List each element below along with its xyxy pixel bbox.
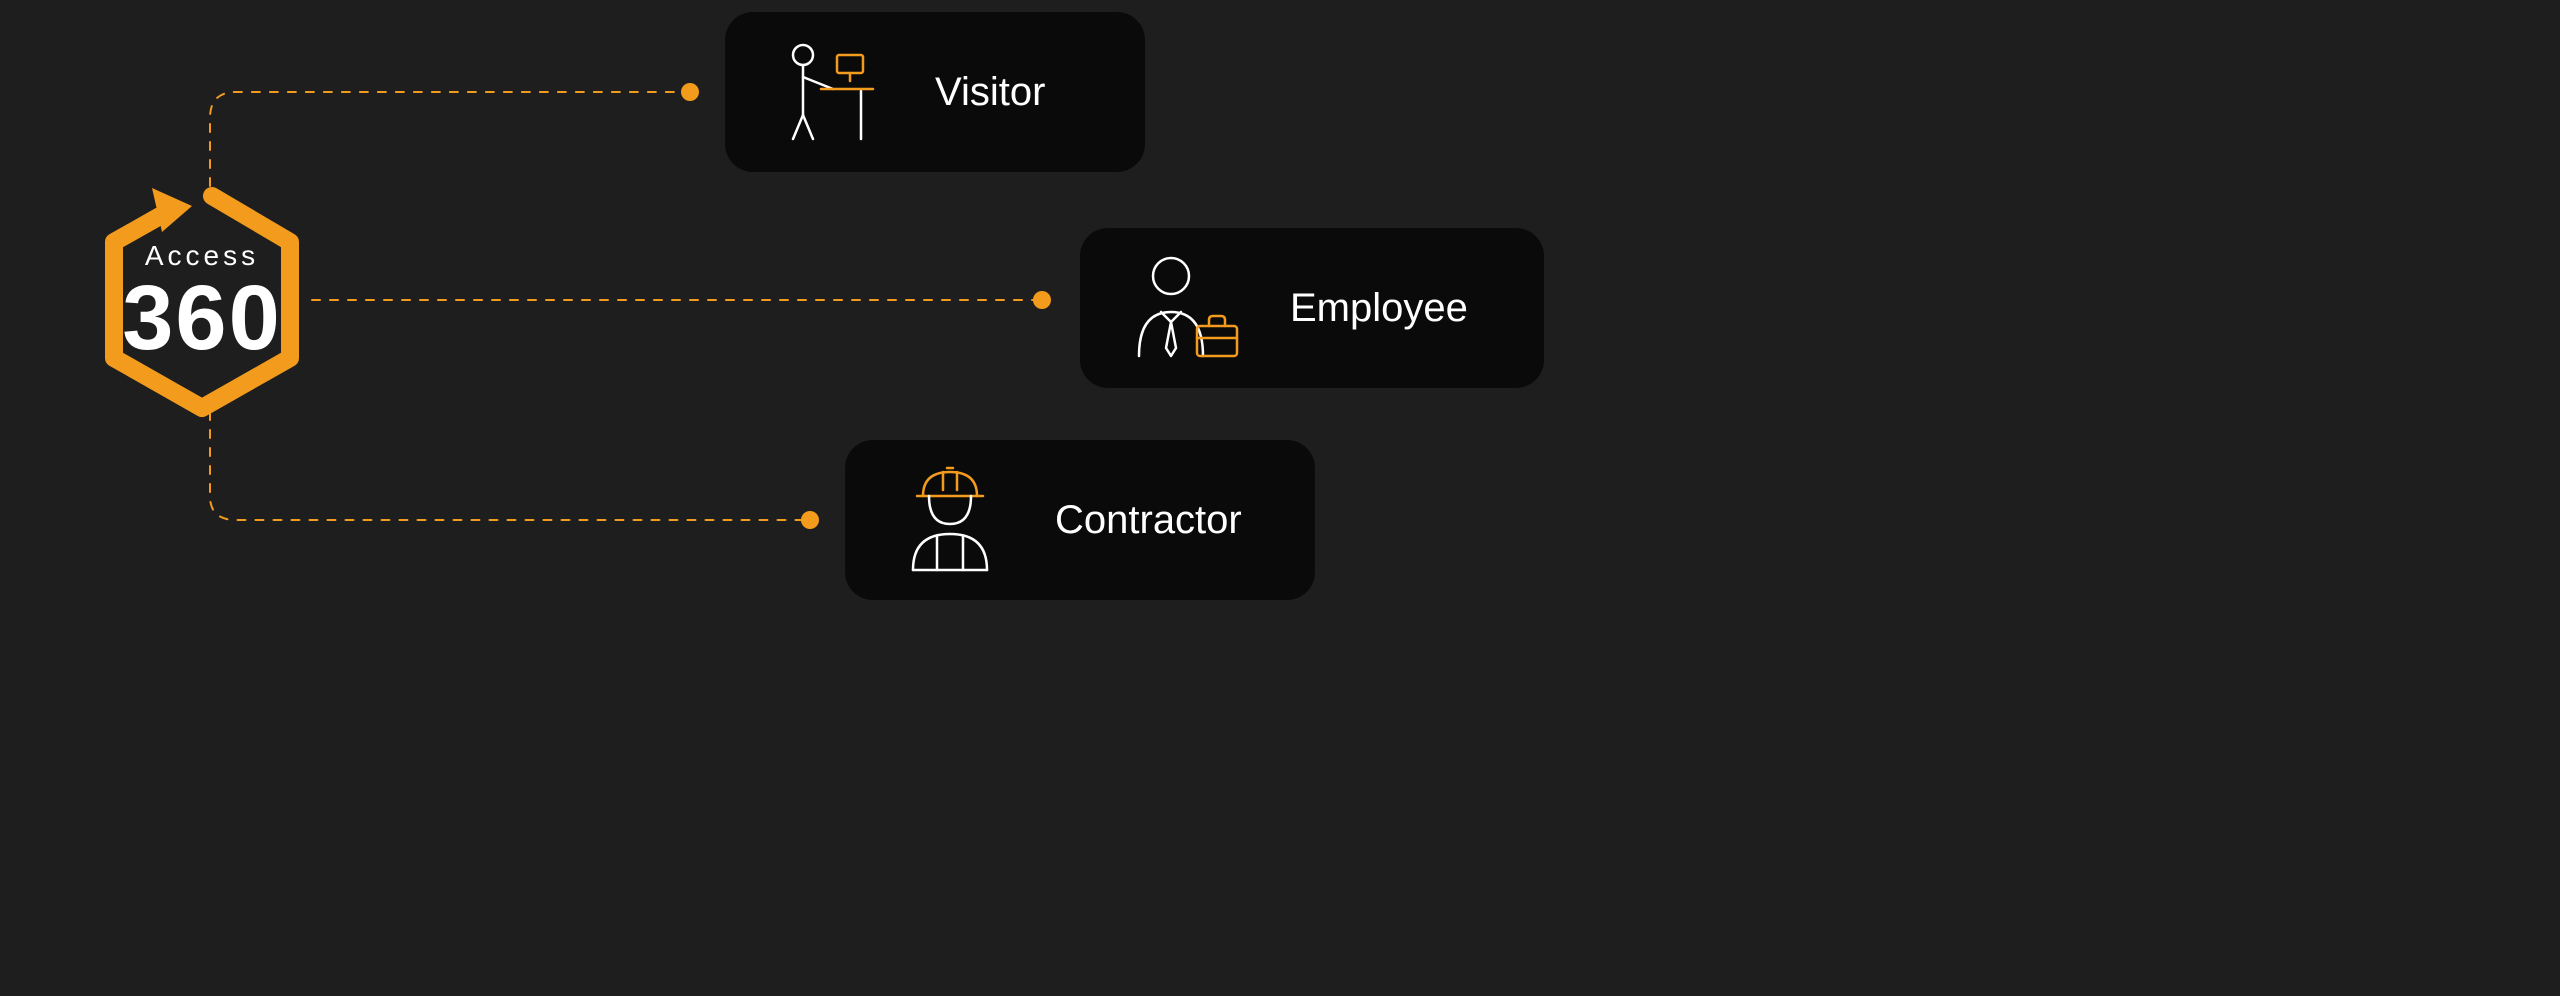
diagram-stage: Access 360 [0, 0, 2560, 996]
card-contractor: Contractor [845, 440, 1315, 600]
employee-label: Employee [1290, 286, 1468, 331]
employee-icon [1120, 248, 1250, 368]
brand-sub-label: Access [122, 242, 282, 270]
card-employee: Employee [1080, 228, 1544, 388]
visitor-label: Visitor [935, 70, 1045, 115]
brand-big-label: 360 [122, 272, 282, 364]
visitor-icon [765, 37, 895, 147]
contractor-icon [885, 460, 1015, 580]
contractor-label: Contractor [1055, 498, 1242, 543]
card-visitor: Visitor [725, 12, 1145, 172]
brand-logo: Access 360 [92, 180, 312, 420]
